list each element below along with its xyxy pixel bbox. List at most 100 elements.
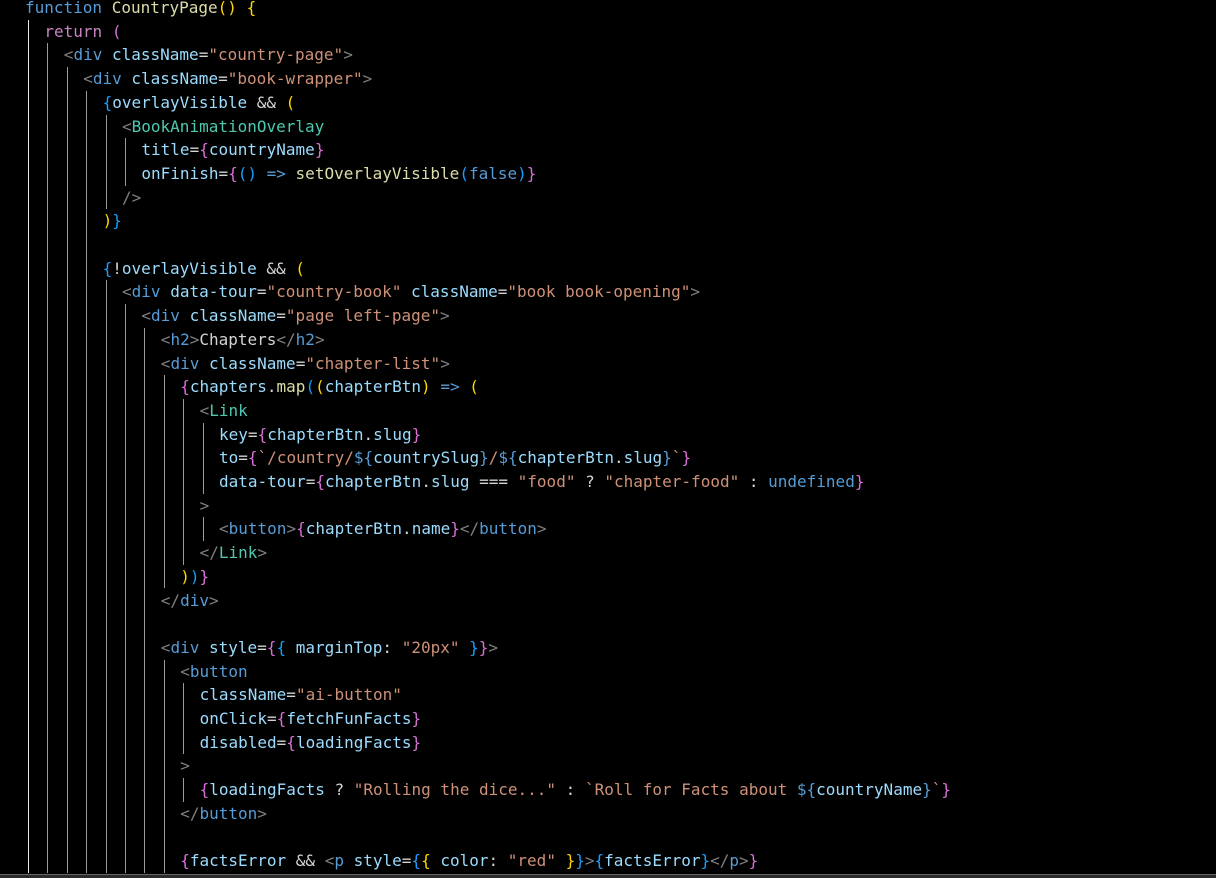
code-token: onFinish	[141, 163, 219, 183]
code-token: }	[479, 448, 489, 468]
code-token: "book-wrapper"	[227, 69, 363, 89]
code-token: <	[160, 637, 171, 657]
code-token: color	[440, 851, 489, 871]
code-line: to={`/country/${countrySlug}/${chapterBt…	[0, 446, 1216, 470]
code-token: </	[199, 543, 219, 563]
code-token: chapterBtn	[267, 424, 364, 444]
code-token: .	[421, 472, 431, 491]
code-line: return (	[0, 20, 1216, 44]
code-token: chapters	[189, 377, 267, 397]
code-token: chapterBtn	[324, 472, 422, 491]
code-token: >	[440, 306, 450, 326]
code-token: "chapter-list"	[305, 353, 441, 373]
code-token: {	[315, 472, 325, 491]
code-line: <h2>Chapters</h2>	[0, 328, 1216, 352]
code-token: .	[363, 424, 374, 444]
code-token: CountryPage	[111, 0, 218, 17]
code-token: }	[411, 424, 422, 444]
code-line: title={countryName}	[0, 138, 1216, 162]
code-token: h2	[170, 329, 190, 349]
code-token: factsError	[189, 851, 287, 871]
code-token: className	[131, 69, 219, 89]
code-token: countryName	[816, 780, 923, 800]
code-line: ))}	[0, 565, 1216, 589]
code-token: div	[180, 590, 209, 610]
code-token: }	[922, 780, 932, 800]
code-token: {	[296, 519, 306, 539]
code-token: :	[488, 851, 508, 871]
code-token: className	[199, 685, 287, 705]
code-token: =	[198, 45, 209, 65]
code-token: =	[238, 448, 248, 468]
code-token: )	[517, 163, 527, 183]
code-token: >	[440, 353, 450, 373]
code-token: (	[295, 258, 305, 278]
code-token: overlayVisible	[121, 258, 257, 278]
code-token: className	[111, 45, 199, 65]
code-token: BookAnimationOverlay	[131, 116, 325, 136]
code-token: div	[151, 306, 180, 326]
code-token: p	[729, 851, 740, 871]
code-token: {	[199, 140, 209, 160]
code-token: ?	[324, 780, 354, 800]
code-token: !	[112, 258, 122, 278]
code-token: "food"	[517, 472, 576, 491]
code-token: >	[257, 803, 267, 823]
code-editor[interactable]: function CountryPage() {return (<div cla…	[0, 0, 1216, 878]
code-token: />	[122, 187, 142, 207]
code-token: }	[662, 448, 672, 468]
code-token: <	[324, 851, 335, 871]
code-token: =	[247, 424, 258, 444]
code-token: }	[314, 140, 325, 160]
code-line: onClick={fetchFunFacts}	[0, 707, 1216, 731]
code-token: `	[931, 780, 942, 800]
code-line: data-tour={chapterBtn.slug === "food" ? …	[0, 470, 1216, 494]
code-line: {loadingFacts ? "Rolling the dice..." : …	[0, 778, 1216, 802]
code-token: }	[411, 732, 422, 752]
code-token: }	[450, 519, 460, 539]
code-token: {	[180, 377, 190, 397]
code-line: {!overlayVisible && (	[0, 257, 1216, 281]
code-token: `/country/	[257, 448, 354, 468]
code-token: >	[343, 45, 353, 65]
code-token: className	[208, 353, 296, 373]
code-token: ()	[217, 0, 237, 17]
code-token: </	[459, 519, 480, 539]
code-token: fetchFunFacts	[286, 709, 412, 728]
code-token: false	[468, 163, 518, 183]
code-token: >	[286, 519, 297, 539]
code-token: }	[700, 851, 711, 871]
code-token: =	[218, 69, 228, 89]
code-token: "ai-button"	[295, 685, 402, 705]
code-token: {	[276, 637, 287, 657]
code-token: </	[710, 851, 730, 871]
code-token: key	[219, 424, 248, 444]
code-token: (	[459, 163, 469, 183]
code-token: className	[189, 306, 277, 326]
code-token: }	[941, 780, 952, 800]
code-token: loadingFacts	[295, 732, 412, 752]
code-line: className="ai-button"	[0, 683, 1216, 707]
code-token: =	[497, 282, 508, 302]
code-token: .	[402, 519, 412, 539]
code-token: .	[613, 448, 624, 468]
code-token: {	[594, 851, 605, 871]
code-token: chapterBtn	[305, 519, 403, 539]
code-token: =	[257, 637, 267, 657]
code-token: /	[488, 448, 499, 468]
code-token: }	[748, 851, 759, 871]
code-token: `	[671, 448, 682, 468]
code-token: (	[285, 92, 296, 112]
code-token: >	[488, 637, 499, 657]
code-token: >	[584, 851, 595, 871]
code-token: }	[469, 637, 479, 657]
code-token: =	[295, 353, 306, 373]
code-token: chapterBtn	[324, 377, 422, 397]
code-token: &&	[247, 92, 286, 112]
